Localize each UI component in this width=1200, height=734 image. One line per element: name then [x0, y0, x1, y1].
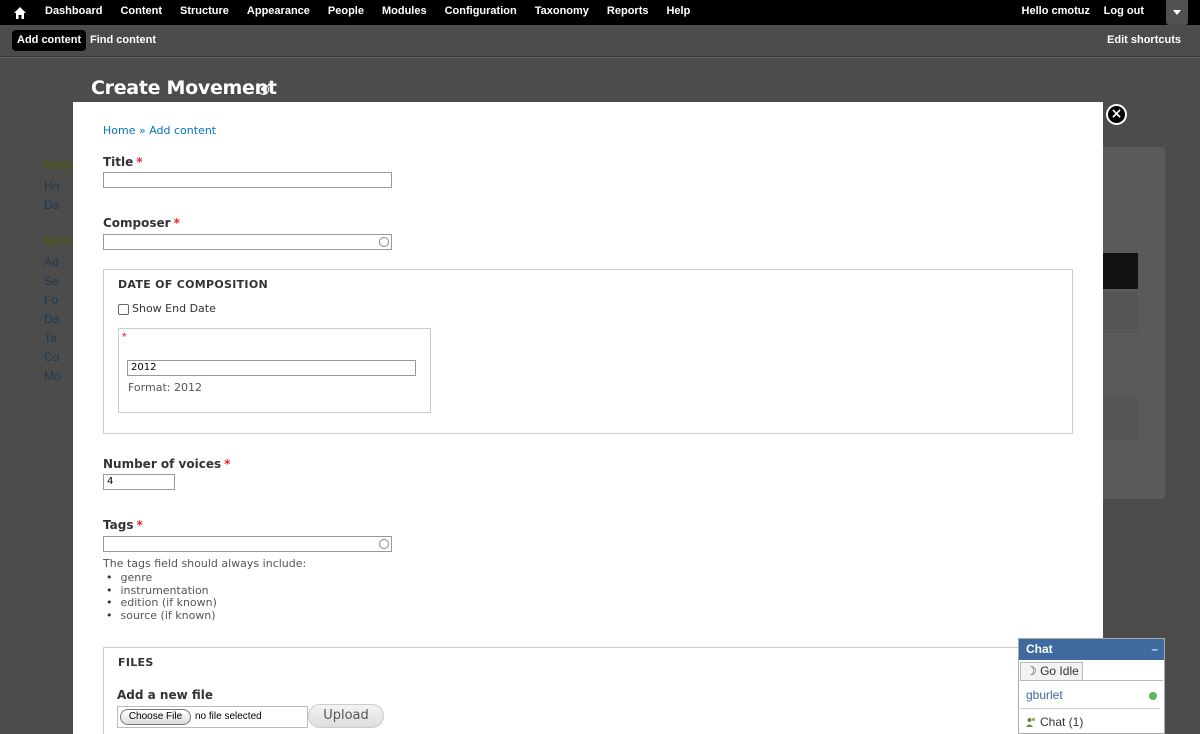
- username-link[interactable]: cmotuz: [1052, 5, 1091, 17]
- hello-text: Hello: [1021, 5, 1052, 17]
- date-legend: DATE OF COMPOSITION: [118, 278, 268, 291]
- shortcuts-toggle-button[interactable]: [1166, 0, 1188, 25]
- composer-input[interactable]: [103, 234, 392, 250]
- autocomplete-icon: [379, 539, 389, 549]
- go-idle-button[interactable]: ☽ Go Idle: [1020, 662, 1083, 681]
- users-icon: [1026, 718, 1035, 727]
- required-marker: *: [136, 155, 143, 169]
- online-status-icon: [1149, 692, 1157, 700]
- title-label-text: Title: [103, 155, 134, 169]
- composer-label-text: Composer: [103, 216, 171, 230]
- show-end-date-label[interactable]: Show End Date: [132, 302, 216, 315]
- divider: [1020, 708, 1160, 709]
- menu-item-appearance[interactable]: Appearance: [238, 0, 319, 25]
- required-marker: *: [122, 330, 127, 344]
- no-file-selected-text: no file selected: [195, 711, 262, 722]
- required-marker: *: [136, 518, 143, 532]
- admin-toolbar: Dashboard Content Structure Appearance P…: [0, 0, 1200, 25]
- chat-header[interactable]: Chat –: [1019, 639, 1164, 660]
- tags-description: The tags field should always include:: [103, 557, 307, 570]
- chat-tab-spacer: [1083, 662, 1163, 681]
- page-title: Create Movement: [91, 77, 277, 99]
- choose-file-button[interactable]: Choose File: [120, 709, 191, 725]
- files-legend: FILES: [118, 656, 154, 669]
- chat-widget: Chat – ☽ Go Idle gburlet Chat (1): [1018, 638, 1165, 734]
- go-idle-label: Go Idle: [1040, 664, 1079, 678]
- upload-button[interactable]: Upload: [308, 704, 384, 728]
- menu-item-modules[interactable]: Modules: [373, 0, 436, 25]
- bg-block: [1103, 291, 1138, 333]
- date-format-hint: Format: 2012: [128, 381, 202, 394]
- required-marker: *: [224, 457, 231, 471]
- menu-item-structure[interactable]: Structure: [171, 0, 238, 25]
- minimize-icon[interactable]: –: [1151, 639, 1158, 660]
- menu-item-configuration[interactable]: Configuration: [436, 0, 526, 25]
- required-marker: *: [173, 216, 180, 230]
- add-shortcut-icon[interactable]: [258, 84, 269, 95]
- menu-item-dashboard[interactable]: Dashboard: [36, 0, 111, 25]
- chat-count-button[interactable]: Chat (1): [1026, 715, 1083, 729]
- background-right-block: [1103, 147, 1165, 499]
- menu-item-taxonomy[interactable]: Taxonomy: [526, 0, 598, 25]
- menu-item-content[interactable]: Content: [111, 0, 171, 25]
- menu-item-people[interactable]: People: [319, 0, 373, 25]
- date-year-input[interactable]: 2012: [127, 360, 416, 376]
- shortcut-find-content[interactable]: Find content: [90, 30, 156, 51]
- breadcrumb[interactable]: Home » Add content: [103, 124, 216, 137]
- title-input[interactable]: [103, 172, 392, 188]
- voices-label-text: Number of voices: [103, 457, 222, 471]
- chat-user-link[interactable]: gburlet: [1026, 688, 1063, 702]
- add-file-label: Add a new file: [117, 688, 214, 702]
- bg-dark-block: [1103, 253, 1138, 289]
- edit-shortcuts-link[interactable]: Edit shortcuts: [1107, 30, 1181, 51]
- voices-label: Number of voices *: [103, 457, 230, 471]
- menu-item-help[interactable]: Help: [657, 0, 699, 25]
- list-item: genre: [106, 571, 217, 585]
- tags-list: genre instrumentation edition (if known)…: [106, 571, 217, 623]
- tags-input[interactable]: [103, 536, 392, 552]
- menu-item-reports[interactable]: Reports: [598, 0, 658, 25]
- bg-block: [1103, 397, 1138, 439]
- tags-label: Tags *: [103, 518, 143, 532]
- show-end-date-checkbox[interactable]: [118, 304, 129, 315]
- chat-title: Chat: [1026, 642, 1053, 656]
- close-icon[interactable]: ×: [1106, 104, 1127, 125]
- shortcuts-bar: Add content Find content Edit shortcuts: [0, 25, 1200, 57]
- shortcut-add-content[interactable]: Add content: [12, 30, 87, 51]
- logout-link[interactable]: Log out: [1104, 0, 1144, 23]
- list-item: source (if known): [106, 609, 217, 623]
- composer-label: Composer *: [103, 216, 180, 230]
- list-item: edition (if known): [106, 596, 217, 610]
- chat-count-label: Chat (1): [1040, 715, 1084, 729]
- tags-label-text: Tags: [103, 518, 134, 532]
- autocomplete-icon: [379, 237, 389, 247]
- home-icon[interactable]: [12, 5, 28, 21]
- moon-icon: ☽: [1026, 664, 1041, 678]
- title-label: Title *: [103, 155, 143, 169]
- toolbar-menu: Dashboard Content Structure Appearance P…: [36, 0, 699, 25]
- voices-input[interactable]: 4: [103, 474, 175, 490]
- user-greeting: Hello cmotuz: [1022, 0, 1090, 23]
